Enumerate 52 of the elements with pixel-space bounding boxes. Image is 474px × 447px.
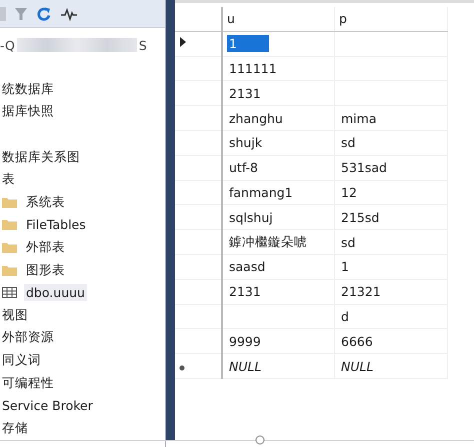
table-cell[interactable]: 111111	[227, 60, 279, 77]
tree-item[interactable]: 同义词	[0, 350, 43, 370]
table-cell[interactable]: utf-8	[227, 159, 260, 176]
folder-icon	[2, 218, 17, 232]
tree-item[interactable]: 数据库关系图	[0, 148, 82, 167]
folder-icon	[2, 240, 17, 254]
resize-bar[interactable]	[0, 435, 474, 445]
tree-item[interactable]: 外部资源	[0, 328, 56, 348]
table-cell[interactable]: 215sd	[339, 208, 382, 226]
tree-item[interactable]: 表	[0, 170, 17, 190]
activity-icon[interactable]	[60, 6, 78, 22]
table-cell[interactable]: sqlshuj	[227, 208, 275, 226]
table-cell[interactable]: 6666	[339, 332, 375, 350]
table-cell[interactable]: shujk	[227, 134, 264, 152]
table-cell[interactable]: d	[339, 308, 351, 325]
tree-item[interactable]: 存储	[0, 418, 30, 438]
tree-item[interactable]: 视图	[0, 306, 30, 325]
column-header[interactable]: p	[334, 7, 448, 32]
table-cell[interactable]: 9999	[227, 332, 263, 350]
column-header[interactable]: u	[222, 7, 334, 32]
table-cell[interactable]: NULL	[227, 358, 264, 375]
tree-item[interactable]: 统数据库	[0, 80, 56, 99]
table-cell[interactable]: 1	[227, 35, 269, 52]
table-cell[interactable]: fanmang1	[227, 184, 295, 201]
table-cell[interactable]: mima	[339, 110, 378, 127]
table-cell[interactable]: 鎼冲檵鏇朵唬	[227, 232, 309, 250]
table-cell[interactable]: sd	[339, 134, 358, 152]
filter-icon[interactable]	[14, 6, 28, 22]
table-cell[interactable]: 2131	[227, 84, 263, 102]
tree-item[interactable]: FileTables	[24, 216, 88, 234]
table-cell[interactable]: saasd	[227, 258, 268, 276]
table-cell[interactable]: 531sad	[339, 159, 389, 176]
tree-item[interactable]: 外部表	[24, 238, 67, 257]
table-cell[interactable]: zhanghu	[227, 110, 285, 127]
refresh-icon[interactable]	[36, 6, 52, 22]
table-cell[interactable]: 1	[339, 258, 351, 276]
tree-item[interactable]: dbo.uuuu	[24, 284, 87, 302]
tree-item[interactable]: 图形表	[24, 260, 67, 280]
folder-icon	[2, 196, 17, 209]
folder-icon	[2, 264, 17, 277]
server-name-end[interactable]: S	[138, 38, 147, 52]
table-cell[interactable]: NULL	[339, 358, 376, 375]
table-cell[interactable]: sd	[339, 234, 358, 251]
tree-item[interactable]: 系统表	[24, 192, 67, 212]
tree-item[interactable]: 可编程性	[0, 374, 56, 393]
table-cell[interactable]: 21321	[339, 283, 383, 300]
server-name[interactable]: -Q	[0, 38, 15, 52]
table-cell[interactable]: 12	[339, 184, 359, 201]
tree-item[interactable]: 据库快照	[0, 102, 56, 122]
table-cell[interactable]: 2131	[227, 283, 263, 300]
toolbar-icon[interactable]	[0, 6, 6, 20]
tree-item[interactable]: Service Broker	[0, 397, 95, 414]
